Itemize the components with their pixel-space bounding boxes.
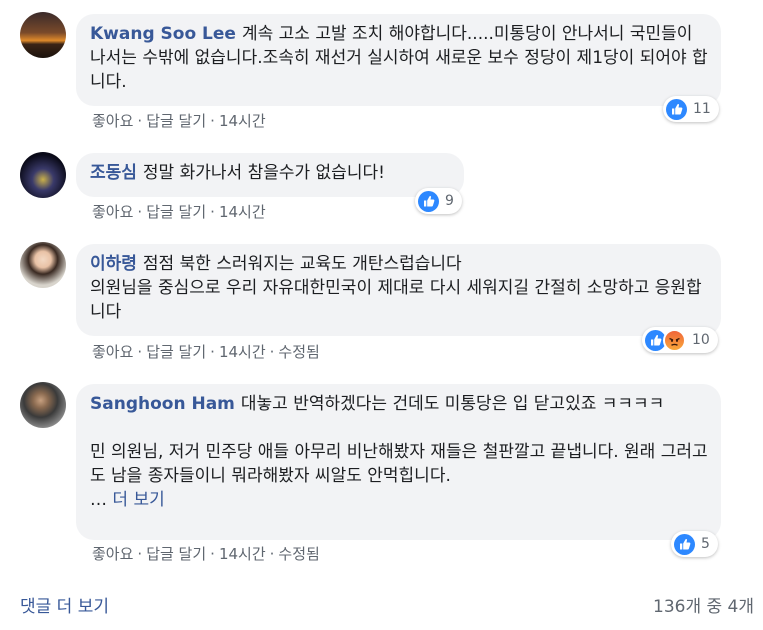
edited-label: 수정됨 [278, 343, 320, 361]
avatar[interactable] [20, 382, 66, 428]
view-more-comments-link[interactable]: 댓글 더 보기 [20, 592, 109, 617]
reply-link[interactable]: 답글 달기 [146, 545, 206, 563]
comment-count: 136개 중 4개 [653, 597, 754, 617]
comment-actions: 좋아요 · 답글 달기 · 14시간 · 수정됨 [92, 343, 320, 361]
comment-author[interactable]: 조동심 [90, 163, 137, 183]
ellipsis: … [90, 490, 107, 510]
comment-author[interactable]: 이하령 [90, 254, 137, 274]
reply-link[interactable]: 답글 달기 [146, 203, 206, 221]
angry-icon [663, 328, 686, 352]
timestamp[interactable]: 14시간 [219, 112, 266, 130]
avatar[interactable] [20, 242, 66, 288]
comment-text: 정말 화가나서 참을수가 없습니다! [142, 163, 385, 183]
comment-bubble: 조동심 정말 화가나서 참을수가 없습니다! [76, 153, 464, 197]
reaction-count: 10 [692, 332, 710, 348]
comment-author[interactable]: Kwang Soo Lee [90, 24, 236, 44]
reaction-summary[interactable]: 10 [642, 327, 718, 353]
like-icon [418, 190, 439, 212]
comment-text: 점점 북한 스러워지는 교육도 개탄스럽습니다 의원님을 중심으로 우리 자유대… [90, 254, 702, 322]
reaction-count: 11 [693, 101, 711, 117]
comment-actions: 좋아요 · 답글 달기 · 14시간 [92, 112, 266, 130]
reaction-count: 9 [445, 193, 454, 209]
like-link[interactable]: 좋아요 [92, 203, 133, 221]
comment-actions: 좋아요 · 답글 달기 · 14시간 [92, 203, 266, 221]
timestamp[interactable]: 14시간 [219, 343, 266, 361]
reaction-summary[interactable]: 11 [663, 96, 719, 122]
reaction-summary[interactable]: 9 [415, 188, 462, 214]
like-link[interactable]: 좋아요 [92, 343, 133, 361]
like-link[interactable]: 좋아요 [92, 545, 133, 563]
timestamp[interactable]: 14시간 [219, 203, 266, 221]
reaction-count: 5 [701, 536, 710, 552]
see-more-link[interactable]: 더 보기 [112, 490, 164, 510]
edited-label: 수정됨 [278, 545, 320, 563]
timestamp[interactable]: 14시간 [219, 545, 266, 563]
like-icon [666, 98, 687, 120]
like-icon [674, 533, 695, 555]
reply-link[interactable]: 답글 달기 [146, 112, 206, 130]
like-link[interactable]: 좋아요 [92, 112, 133, 130]
comment-actions: 좋아요 · 답글 달기 · 14시간 · 수정됨 [92, 545, 320, 563]
comment-bubble: 이하령 점점 북한 스러워지는 교육도 개탄스럽습니다 의원님을 중심으로 우리 … [76, 244, 721, 336]
avatar[interactable] [20, 12, 66, 58]
comment-author[interactable]: Sanghoon Ham [90, 394, 235, 414]
comment-bubble: Sanghoon Ham 대놓고 반역하겠다는 건데도 미통당은 입 닫고있죠 ㅋ… [76, 384, 721, 540]
avatar[interactable] [20, 152, 66, 198]
reply-link[interactable]: 답글 달기 [146, 343, 206, 361]
reaction-summary[interactable]: 5 [671, 531, 718, 557]
comment-bubble: Kwang Soo Lee 계속 고소 고발 조치 해야합니다.....미통당이 … [76, 14, 721, 106]
